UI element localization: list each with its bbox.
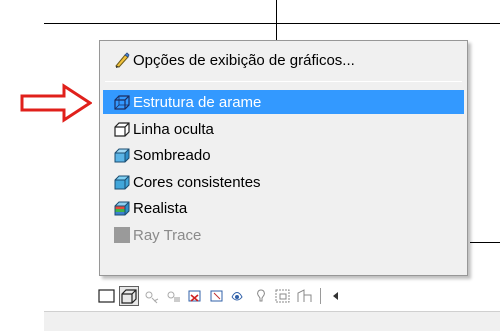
- wireframe-cube-icon: [113, 93, 131, 111]
- menu-item-ray-trace[interactable]: Ray Trace: [103, 223, 464, 247]
- realistic-cube-icon: [113, 199, 131, 217]
- worksharing-icon[interactable]: [295, 286, 315, 306]
- drawing-line-vertical: [276, 0, 277, 40]
- graphic-options-icon: [113, 51, 131, 69]
- menu-item-graphic-display-options[interactable]: Opções de exibição de gráficos...: [103, 48, 464, 72]
- hidden-line-cube-icon: [113, 120, 131, 138]
- menu-item-label: Opções de exibição de gráficos...: [133, 51, 355, 69]
- menu-item-label: Ray Trace: [133, 226, 202, 244]
- red-arrow-icon: [20, 83, 92, 123]
- sun-path-icon[interactable]: [141, 286, 161, 306]
- menu-item-label: Realista: [133, 199, 188, 217]
- menu-item-shaded[interactable]: Sombreado: [103, 143, 464, 167]
- crop-region-icon[interactable]: [185, 286, 205, 306]
- show-crop-icon[interactable]: [207, 286, 227, 306]
- menu-item-label: Sombreado: [133, 146, 211, 164]
- shaded-cube-icon: [113, 146, 131, 164]
- shadows-icon[interactable]: [163, 286, 183, 306]
- menu-item-label: Estrutura de arame: [133, 93, 262, 111]
- drawing-line-right: [470, 242, 500, 243]
- detail-level-icon[interactable]: [97, 286, 117, 306]
- status-bar: [44, 311, 500, 331]
- menu-item-hidden-line[interactable]: Linha oculta: [103, 117, 464, 141]
- scroll-left-icon[interactable]: [326, 286, 346, 306]
- temporary-hide-icon[interactable]: [229, 286, 249, 306]
- visual-style-menu: Opções de exibição de gráficos... Estrut…: [99, 40, 468, 276]
- reveal-elements-icon[interactable]: [251, 286, 271, 306]
- toolbar-separator: [320, 288, 321, 304]
- visual-style-icon[interactable]: [119, 286, 139, 306]
- menu-item-label: Linha oculta: [133, 120, 214, 138]
- ray-trace-icon: [113, 226, 131, 244]
- menu-item-wireframe[interactable]: Estrutura de arame: [103, 90, 464, 114]
- menu-item-consistent-colors[interactable]: Cores consistentes: [103, 170, 464, 194]
- menu-item-realistic[interactable]: Realista: [103, 196, 464, 220]
- menu-separator: [105, 81, 462, 82]
- view-control-bar: [97, 284, 500, 308]
- consistent-colors-cube-icon: [113, 173, 131, 191]
- analysis-icon[interactable]: [273, 286, 293, 306]
- drawing-line-top: [44, 23, 500, 24]
- menu-item-label: Cores consistentes: [133, 173, 261, 191]
